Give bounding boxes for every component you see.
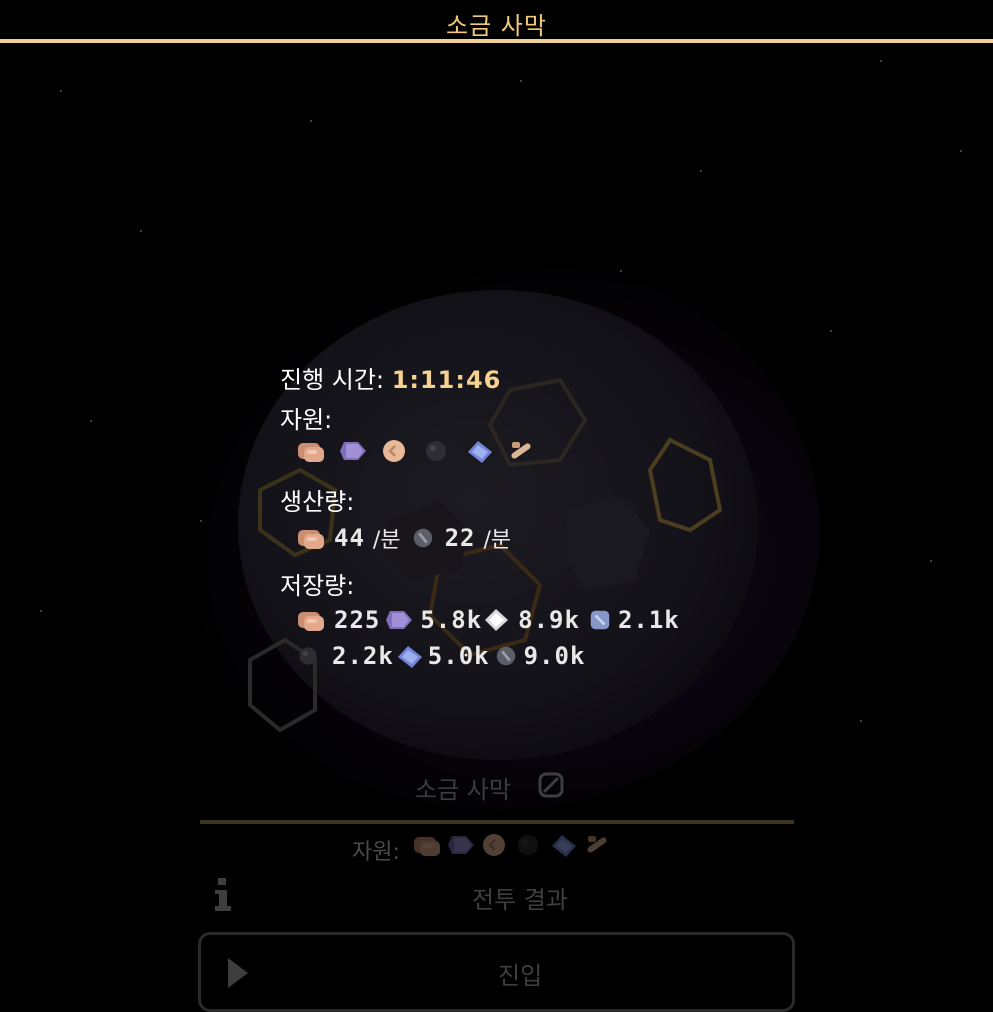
play-icon <box>228 958 248 988</box>
storage-value: 2.1k <box>617 606 680 634</box>
purple-crystal-icon <box>448 836 474 854</box>
production-label: 생산량: <box>280 488 355 516</box>
panel-resources-label: 자원: <box>352 840 400 865</box>
no-entry-icon <box>538 772 564 798</box>
copper-ore-icon <box>298 530 324 549</box>
planet-info-tooltip: 진행 시간: 1:11:46 자원: 생산량: 44 /분 22 /분 저장량:… <box>280 360 740 680</box>
production-unit: /분 <box>372 528 401 553</box>
blue-ore-icon <box>589 609 611 631</box>
storage-value: 5.8k <box>420 606 483 634</box>
gray-stone-icon <box>411 527 434 549</box>
scrap-icon <box>586 836 608 854</box>
elapsed-time-value: 1:11:46 <box>391 366 502 394</box>
copper-ore-icon <box>414 837 440 856</box>
purple-crystal-icon <box>386 611 413 629</box>
storage-label: 저장량: <box>280 572 355 600</box>
coal-icon <box>426 441 446 461</box>
scrap-icon <box>510 442 532 460</box>
blue-crystal-icon <box>468 441 492 463</box>
panel-divider <box>200 820 794 824</box>
storage-value: 2.2k <box>332 642 394 670</box>
sand-icon <box>481 832 507 858</box>
white-crystal-icon <box>485 609 509 631</box>
info-icon[interactable] <box>210 876 234 914</box>
resources-icons <box>296 438 536 464</box>
production-value: 22 <box>444 524 476 552</box>
enter-button[interactable] <box>198 932 795 1012</box>
coal-icon <box>299 647 317 665</box>
copper-ore-icon <box>298 612 324 631</box>
panel-resources-icons <box>412 832 612 858</box>
storage-value: 8.9k <box>518 606 580 634</box>
sand-icon <box>381 438 407 464</box>
elapsed-time-row: 진행 시간: 1:11:46 <box>280 360 501 395</box>
elapsed-time-label: 진행 시간: <box>280 366 385 394</box>
purple-crystal-icon <box>340 442 366 460</box>
resources-label: 자원: <box>280 406 333 434</box>
storage-row-1: 225 5.8k 8.9k 2.1k <box>296 606 680 634</box>
blue-crystal-icon <box>552 835 576 857</box>
panel-title: 소금 사막 <box>415 776 511 804</box>
title-divider <box>0 39 993 43</box>
battle-results-button[interactable]: 전투 결과 <box>472 880 568 915</box>
production-value: 44 <box>334 524 365 552</box>
coal-icon <box>518 835 538 855</box>
enter-button-label[interactable]: 진입 <box>498 956 542 991</box>
production-row: 44 /분 22 /분 <box>296 522 511 554</box>
storage-row-2: 2.2k 5.0k 9.0k <box>296 642 585 670</box>
production-unit: /분 <box>483 528 512 553</box>
title-bar: 소금 사막 <box>0 0 993 44</box>
gray-stone-icon <box>494 645 517 667</box>
storage-value: 9.0k <box>523 642 586 670</box>
storage-value: 5.0k <box>427 642 490 670</box>
storage-value: 225 <box>334 606 381 634</box>
blue-crystal-icon <box>397 646 422 668</box>
page-title: 소금 사막 <box>446 12 547 40</box>
copper-ore-icon <box>298 443 324 462</box>
